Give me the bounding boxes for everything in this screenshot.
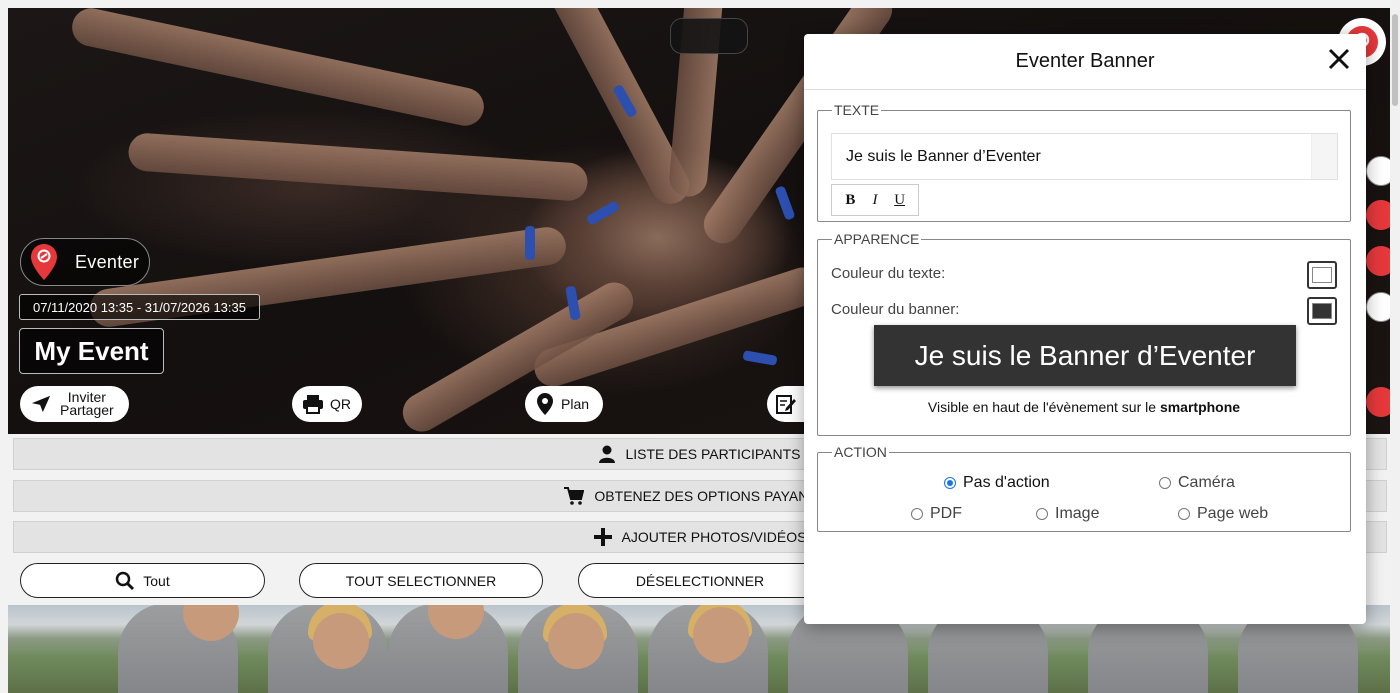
send-icon (31, 395, 51, 413)
add-media-label: AJOUTER PHOTOS/VIDÉOS (621, 529, 807, 545)
user-icon (599, 445, 616, 463)
printer-icon (303, 395, 323, 414)
cart-icon (564, 487, 585, 505)
appearance-section: APPARENCE Couleur du texte: Couleur du b… (817, 231, 1351, 436)
modal-header: Eventer Banner (804, 34, 1366, 90)
event-page: Eventer 07/11/2020 13:35 - 31/07/2026 13… (0, 0, 1400, 693)
scrollbar-thumb[interactable] (1392, 14, 1398, 106)
radio-image-label: Image (1055, 505, 1100, 522)
select-all-button[interactable]: TOUT SELECTIONNER (299, 563, 543, 598)
radio-checked-icon (944, 477, 956, 489)
search-icon (116, 571, 135, 590)
close-button[interactable] (1326, 46, 1352, 72)
invite-share-button[interactable]: Inviter Partager (20, 386, 129, 422)
note-bold: smartphone (1159, 399, 1241, 415)
qr-label: QR (330, 396, 351, 412)
appearance-section-legend: APPARENCE (834, 231, 920, 247)
format-toolbar: B I U (831, 184, 919, 216)
modal-title: Eventer Banner (1015, 50, 1155, 72)
event-title: My Event (19, 328, 164, 374)
radio-pdf-label: PDF (930, 505, 962, 522)
radio-unchecked-icon (1036, 508, 1048, 520)
event-date-range: 07/11/2020 13:35 - 31/07/2026 13:35 (19, 294, 260, 320)
filter-all-label: Tout (143, 572, 170, 589)
banner-color-chip (1312, 303, 1332, 319)
radio-unchecked-icon (1159, 477, 1171, 489)
radio-web-page[interactable]: Page web (1178, 505, 1268, 523)
bold-button[interactable]: B (839, 192, 861, 209)
location-pin-icon (31, 244, 57, 280)
text-color-label: Couleur du texte: (831, 265, 946, 282)
share-label: Partager (60, 402, 114, 418)
banner-text-editor[interactable]: Je suis le Banner d’Eventer (831, 133, 1338, 180)
banner-color-swatch[interactable] (1307, 297, 1337, 325)
text-color-chip (1312, 267, 1332, 283)
radio-no-action-label: Pas d'action (963, 474, 1050, 491)
plus-icon (593, 528, 612, 546)
banner-color-label: Couleur du banner: (831, 301, 960, 318)
map-marker-icon (537, 393, 553, 415)
action-section-legend: ACTION (834, 444, 887, 460)
underline-button[interactable]: U (889, 192, 911, 209)
radio-unchecked-icon (1178, 508, 1190, 520)
close-icon (1328, 48, 1350, 70)
paid-options-label: OBTENEZ DES OPTIONS PAYANTES (594, 488, 836, 504)
radio-unchecked-icon (911, 508, 923, 520)
participants-label: LISTE DES PARTICIPANTS (625, 446, 801, 462)
banner-text-value: Je suis le Banner d’Eventer (846, 148, 1041, 165)
filter-all-button[interactable]: Tout (20, 563, 265, 598)
organizer-name: Eventer (75, 251, 140, 272)
qr-button[interactable]: QR (292, 386, 362, 422)
plan-button[interactable]: Plan (525, 386, 603, 422)
edit-icon (776, 395, 796, 414)
radio-image[interactable]: Image (1036, 505, 1099, 523)
radio-camera[interactable]: Caméra (1159, 474, 1235, 492)
banner-visibility-note: Visible en haut de l'évènement sur le sm… (818, 399, 1350, 415)
editor-scrollbar[interactable] (1311, 134, 1337, 179)
organizer-badge[interactable]: Eventer (20, 238, 150, 286)
action-section: ACTION Pas d'action Caméra PDF Image Pag… (817, 444, 1351, 532)
radio-pdf[interactable]: PDF (911, 505, 962, 523)
top-handle (670, 18, 748, 54)
radio-no-action[interactable]: Pas d'action (944, 474, 1050, 492)
italic-button[interactable]: I (864, 192, 886, 209)
text-color-swatch[interactable] (1307, 261, 1337, 289)
text-section: TEXTE Je suis le Banner d’Eventer B I U (817, 102, 1351, 222)
deselect-button[interactable]: DÉSELECTIONNER (578, 563, 822, 598)
radio-camera-label: Caméra (1178, 474, 1235, 491)
banner-preview: Je suis le Banner d’Eventer (874, 325, 1296, 386)
banner-modal: Eventer Banner TEXTE Je suis le Banner d… (804, 34, 1366, 624)
radio-web-page-label: Page web (1197, 505, 1269, 522)
note-prefix: Visible en haut de l'évènement sur le (927, 399, 1157, 415)
plan-label: Plan (561, 396, 590, 412)
text-section-legend: TEXTE (834, 102, 880, 118)
